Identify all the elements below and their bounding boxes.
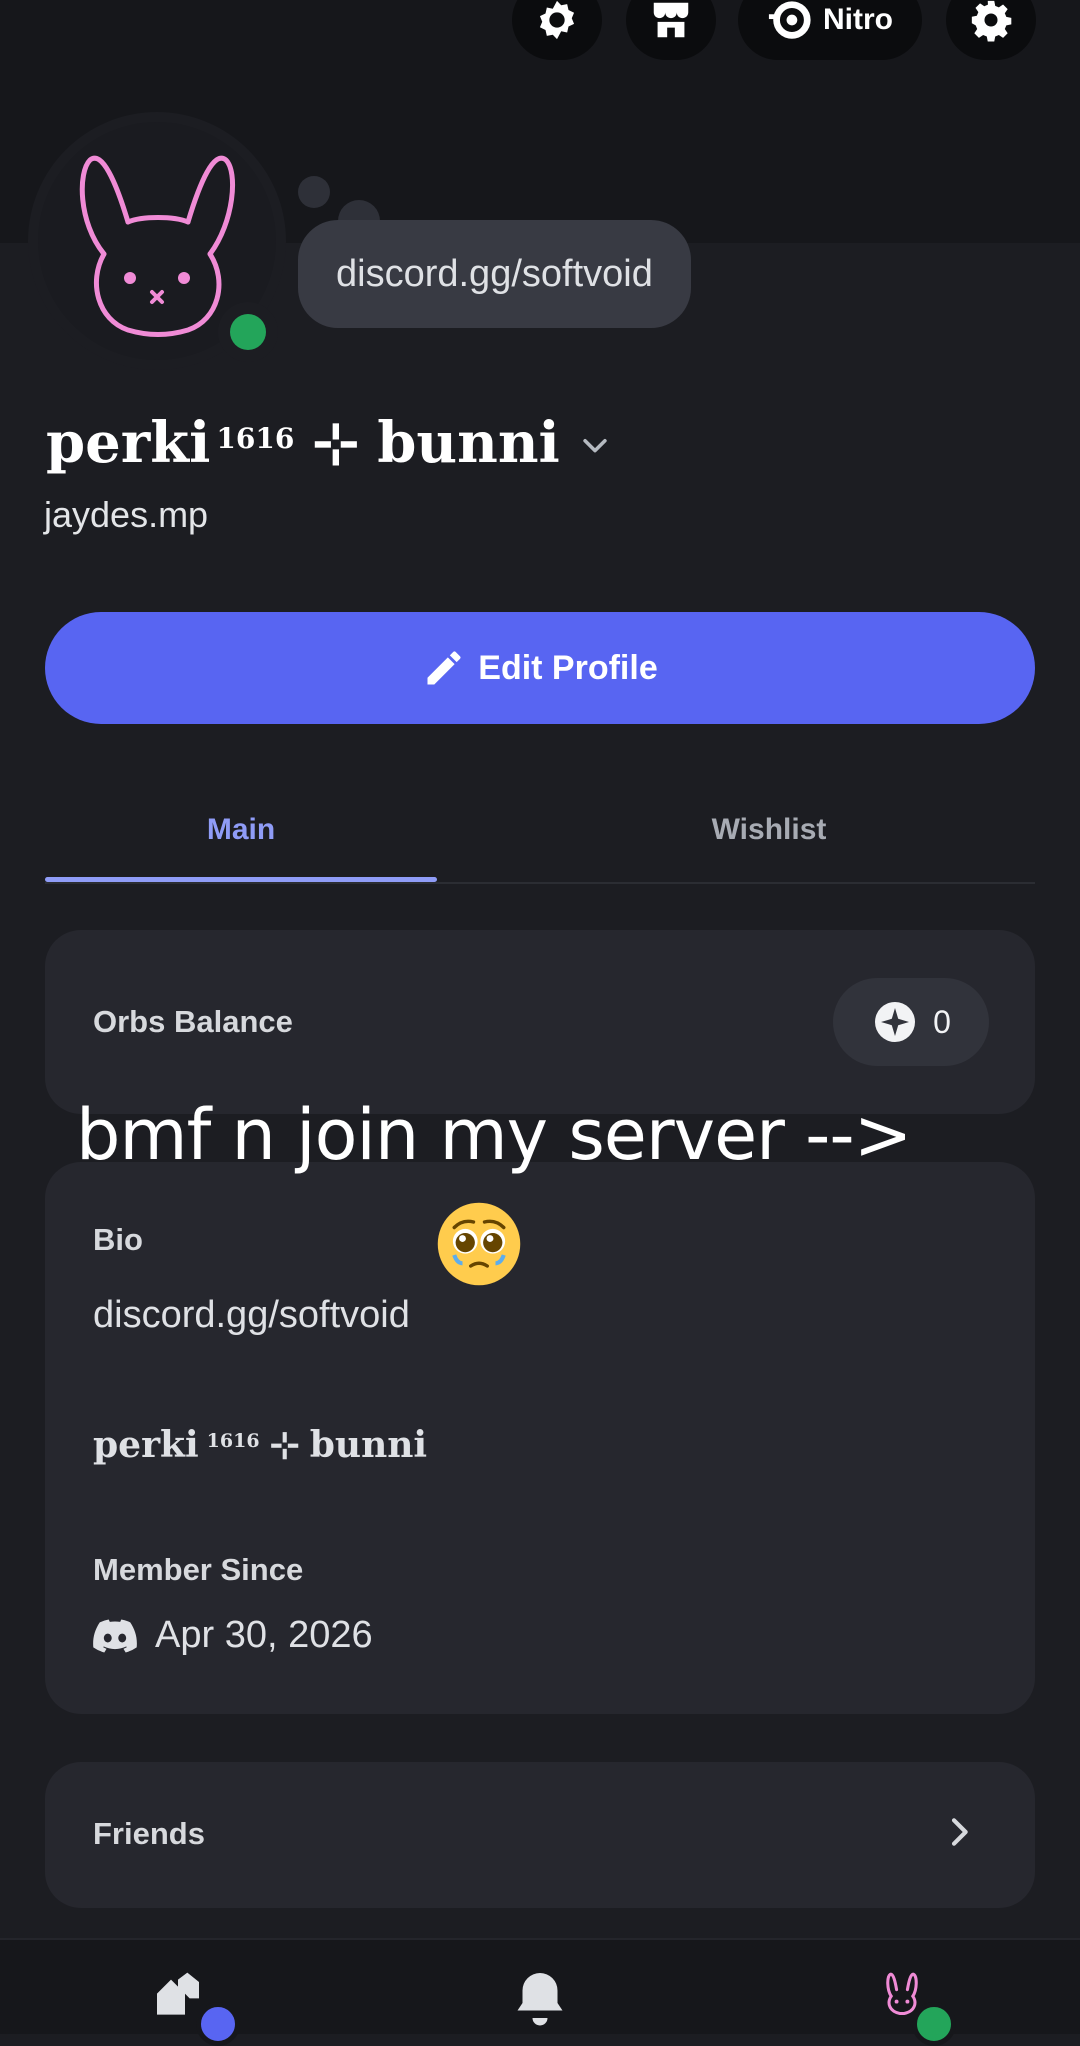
display-name[interactable]: perki 1616 ⊹ bunni <box>46 410 612 476</box>
nav-home[interactable] <box>150 1968 240 2046</box>
top-action-bar: Nitro <box>0 0 1080 60</box>
quests-button[interactable] <box>512 0 602 60</box>
nav-notifications[interactable] <box>510 1968 580 2038</box>
display-name-last: bunni <box>377 410 560 476</box>
settings-button[interactable] <box>946 0 1036 60</box>
bottom-navigation <box>0 1938 1080 2046</box>
bio-name-last: bunni <box>309 1424 428 1466</box>
nitro-label: Nitro <box>823 3 893 36</box>
bell-icon <box>517 1973 563 2026</box>
shop-icon <box>653 2 689 38</box>
display-name-first: perki <box>46 410 211 476</box>
nav-home-badge <box>196 2002 240 2046</box>
nitro-button[interactable]: Nitro <box>738 0 922 60</box>
badge-icon <box>539 0 575 40</box>
friends-label: Friends <box>93 1816 205 1851</box>
nav-profile[interactable] <box>876 1968 956 2046</box>
orbs-balance-label: Orbs Balance <box>93 1004 293 1039</box>
thought-bubble-small <box>298 176 330 208</box>
tab-main[interactable]: Main <box>45 780 437 882</box>
member-since-row: Apr 30, 2026 <box>93 1614 373 1657</box>
bio-card: Bio discord.gg/softvoid perki 1616 ⊹ bun… <box>45 1162 1035 1714</box>
bio-name-superscript: 1616 <box>206 1430 260 1452</box>
pencil-icon <box>427 651 461 685</box>
custom-status-bubble[interactable]: discord.gg/softvoid <box>298 220 691 328</box>
custom-status-text: discord.gg/softvoid <box>336 252 653 295</box>
orbs-balance-pill[interactable]: 0 <box>833 978 989 1066</box>
bio-display-name: perki 1616 ⊹ bunni <box>93 1424 427 1466</box>
bio-name-first: perki <box>93 1424 199 1466</box>
gear-icon <box>971 0 1012 42</box>
chevron-down-icon[interactable] <box>578 428 612 462</box>
tab-wishlist[interactable]: Wishlist <box>515 780 1023 880</box>
orbs-balance-card: Orbs Balance 0 <box>45 930 1035 1114</box>
edit-profile-label: Edit Profile <box>478 648 658 687</box>
display-name-separator: ⊹ <box>312 410 360 476</box>
member-since-title: Member Since <box>93 1552 304 1587</box>
overlay-caption: bmf n join my server --> <box>76 1094 912 1176</box>
tab-wishlist-label: Wishlist <box>711 813 827 846</box>
edit-profile-button[interactable]: Edit Profile <box>45 612 1035 724</box>
shop-button[interactable] <box>626 0 716 60</box>
online-status-indicator <box>218 302 278 362</box>
bio-name-separator: ⊹ <box>269 1424 300 1466</box>
friends-card[interactable]: Friends <box>45 1762 1035 1908</box>
nitro-icon <box>768 1 811 39</box>
discord-logo-icon <box>93 1619 137 1652</box>
chevron-right-icon <box>951 1818 968 1846</box>
orb-icon <box>875 1002 916 1042</box>
tab-main-label: Main <box>206 813 276 846</box>
nav-profile-status <box>912 2002 956 2046</box>
username: jaydes.mp <box>44 494 209 535</box>
display-name-superscript: 1616 <box>216 422 295 455</box>
member-since-date: Apr 30, 2026 <box>155 1614 373 1656</box>
orbs-balance-value: 0 <box>933 1003 951 1040</box>
bio-title: Bio <box>93 1222 143 1257</box>
bio-text[interactable]: discord.gg/softvoid <box>93 1294 410 1337</box>
pleading-face-emoji <box>437 1202 521 1286</box>
